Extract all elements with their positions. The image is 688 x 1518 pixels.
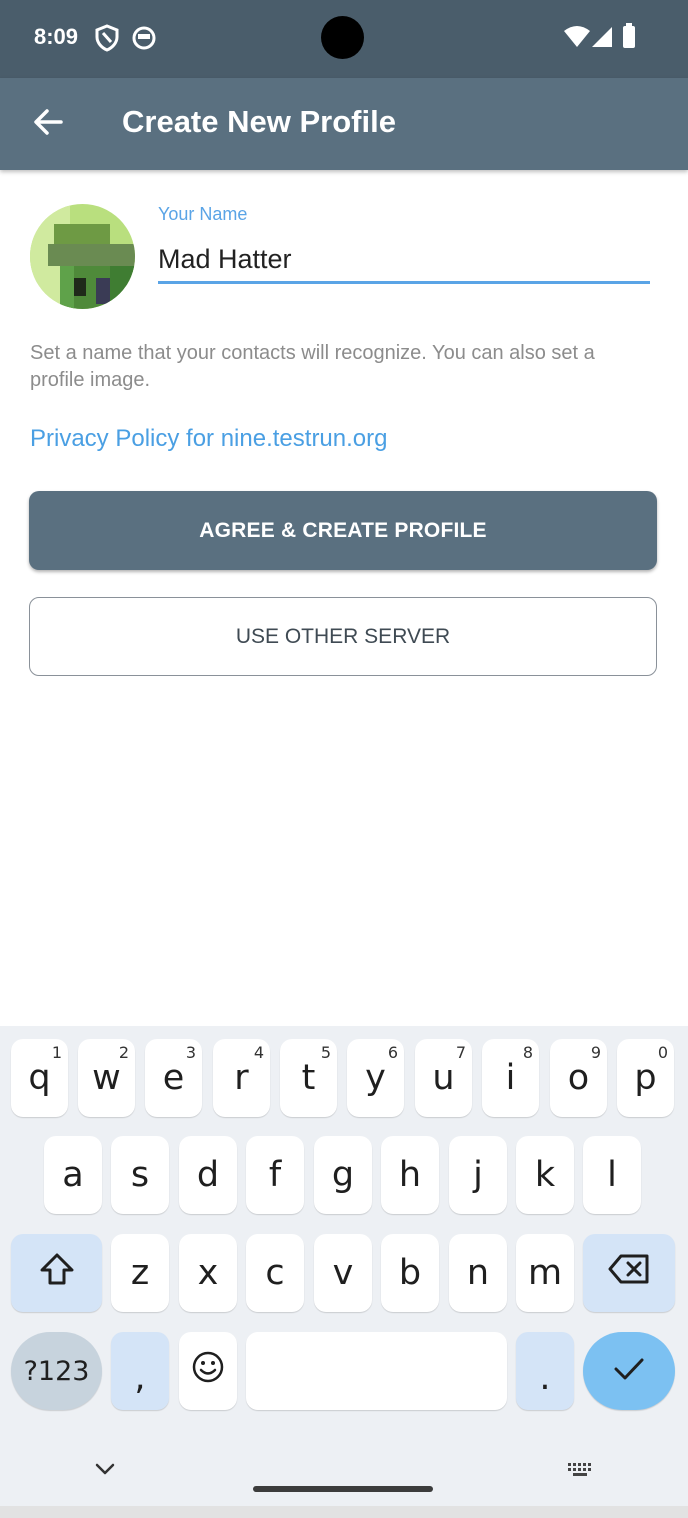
key-l[interactable]: l: [583, 1136, 641, 1214]
backspace-key[interactable]: [583, 1234, 675, 1312]
app-notification-icon: [131, 24, 159, 52]
key-z[interactable]: z: [111, 1234, 169, 1312]
key-hint: 6: [387, 1043, 398, 1062]
period-key[interactable]: .: [516, 1332, 574, 1410]
wifi-icon: [563, 25, 591, 53]
symbols-key[interactable]: ?123: [11, 1332, 102, 1410]
key-hint: 8: [522, 1043, 533, 1062]
key-hint: 5: [320, 1043, 331, 1062]
key-a[interactable]: a: [44, 1136, 102, 1214]
key-label: u: [432, 1058, 455, 1098]
key-x[interactable]: x: [179, 1234, 237, 1312]
backspace-icon: [607, 1253, 651, 1294]
arrow-left-icon: [33, 108, 63, 141]
key-c[interactable]: c: [246, 1234, 304, 1312]
key-label: q: [28, 1058, 51, 1098]
enter-key[interactable]: [583, 1332, 675, 1410]
key-hint: 3: [185, 1043, 196, 1062]
key-o[interactable]: o9: [550, 1039, 607, 1117]
key-label: e: [162, 1058, 185, 1098]
key-hint: 4: [253, 1043, 264, 1062]
space-key[interactable]: [246, 1332, 507, 1410]
key-s[interactable]: s: [111, 1136, 169, 1214]
key-hint: 9: [590, 1043, 601, 1062]
chevron-down-icon[interactable]: [88, 1455, 122, 1485]
shift-key[interactable]: [11, 1234, 102, 1312]
keyboard-icon[interactable]: [564, 1457, 598, 1483]
key-label: y: [365, 1058, 386, 1098]
agree-create-profile-button[interactable]: AGREE & CREATE PROFILE: [29, 491, 657, 570]
battery-icon: [622, 23, 650, 51]
key-label: w: [92, 1058, 121, 1098]
status-time: 8:09: [34, 24, 79, 49]
key-u[interactable]: u7: [415, 1039, 472, 1117]
help-text: Set a name that your contacts will recog…: [30, 342, 595, 391]
comma-key[interactable]: ,: [111, 1332, 169, 1410]
use-other-server-button[interactable]: USE OTHER SERVER: [29, 597, 657, 676]
page-title: Create New Profile: [122, 104, 396, 139]
signal-icon: [590, 25, 618, 53]
key-hint: 1: [51, 1043, 62, 1062]
key-e[interactable]: e3: [145, 1039, 202, 1117]
key-n[interactable]: n: [449, 1234, 507, 1312]
key-m[interactable]: m: [516, 1234, 574, 1312]
key-f[interactable]: f: [246, 1136, 304, 1214]
key-v[interactable]: v: [314, 1234, 372, 1312]
pixel-avatar-icon: [30, 204, 135, 309]
app-bar: Create New Profile: [0, 78, 688, 170]
status-bar: 8:09: [0, 0, 688, 78]
avatar[interactable]: [30, 204, 135, 309]
bottom-strip: [0, 1506, 688, 1518]
key-b[interactable]: b: [381, 1234, 439, 1312]
key-y[interactable]: y6: [347, 1039, 404, 1117]
name-field-label: Your Name: [158, 204, 248, 224]
key-d[interactable]: d: [179, 1136, 237, 1214]
key-hint: 0: [657, 1043, 668, 1062]
key-label: t: [301, 1058, 316, 1098]
key-p[interactable]: p0: [617, 1039, 674, 1117]
key-i[interactable]: i8: [482, 1039, 539, 1117]
key-h[interactable]: h: [381, 1136, 439, 1214]
key-w[interactable]: w2: [78, 1039, 135, 1117]
key-g[interactable]: g: [314, 1136, 372, 1214]
back-button[interactable]: [22, 100, 74, 148]
key-k[interactable]: k: [516, 1136, 574, 1214]
emoji-icon: [191, 1350, 225, 1393]
key-hint: 7: [455, 1043, 466, 1062]
key-r[interactable]: r4: [213, 1039, 270, 1117]
navigation-handle[interactable]: [253, 1486, 433, 1492]
shift-icon: [39, 1252, 75, 1295]
checkmark-icon: [613, 1351, 645, 1391]
camera-cutout: [321, 16, 364, 59]
emoji-key[interactable]: [179, 1332, 237, 1410]
key-label: r: [234, 1058, 249, 1098]
key-label: i: [505, 1058, 516, 1098]
vpn-shield-icon: [94, 24, 122, 52]
key-t[interactable]: t5: [280, 1039, 337, 1117]
key-j[interactable]: j: [449, 1136, 507, 1214]
screen: 8:09 Create New Profile Your Name Mad Ha…: [0, 0, 688, 1518]
name-input[interactable]: [158, 238, 650, 284]
key-label: o: [567, 1058, 590, 1098]
key-q[interactable]: q1: [11, 1039, 68, 1117]
key-hint: 2: [118, 1043, 129, 1062]
privacy-policy-link[interactable]: Privacy Policy for nine.testrun.org: [30, 425, 387, 453]
key-label: p: [634, 1058, 657, 1098]
